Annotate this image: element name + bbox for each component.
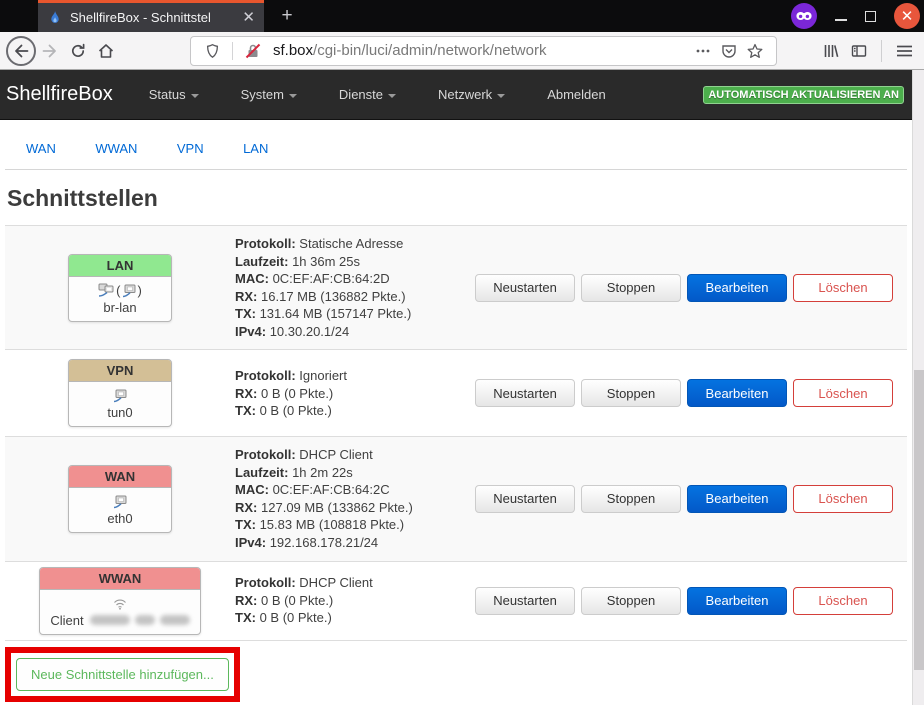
- window-controls: ✕: [791, 3, 920, 29]
- menu-hamburger-icon[interactable]: [890, 37, 918, 65]
- page-title: Schnittstellen: [7, 185, 912, 212]
- delete-button[interactable]: Löschen: [793, 587, 893, 615]
- auto-refresh-badge[interactable]: AUTOMATISCH AKTUALISIEREN AN: [703, 86, 904, 104]
- redacted-ssid: [90, 615, 190, 625]
- stop-button[interactable]: Stoppen: [581, 485, 681, 513]
- ifacebox-lan: LAN ( ) br-lan: [68, 254, 172, 322]
- chevron-down-icon: [191, 94, 199, 98]
- tab-wan[interactable]: WAN: [26, 141, 56, 156]
- forward-icon[interactable]: [36, 37, 64, 65]
- window-titlebar: ShellfireBox - Schnittstel ✕ + ✕: [0, 0, 924, 32]
- url-host: sf.box: [273, 42, 313, 59]
- nav-item-abmelden[interactable]: Abmelden: [547, 87, 606, 102]
- minimize-button[interactable]: [835, 19, 847, 21]
- ethernet-port-icon: [113, 495, 128, 509]
- nav-item-dienste[interactable]: Dienste: [339, 87, 396, 102]
- interface-info-wwan: Protokoll: DHCP Client RX: 0 B (0 Pkte.)…: [235, 574, 475, 627]
- add-interface-button[interactable]: Neue Schnittstelle hinzufügen...: [16, 658, 229, 691]
- interface-info-lan: Protokoll: Statische Adresse Laufzeit: 1…: [235, 235, 475, 340]
- bookmark-star-icon[interactable]: [742, 37, 768, 65]
- chevron-down-icon: [289, 94, 297, 98]
- interface-row-wwan: WWAN Client Protokoll: DH: [5, 561, 907, 641]
- browser-tab[interactable]: ShellfireBox - Schnittstel ✕: [38, 0, 264, 32]
- ifacebox-vpn: VPN tun0: [68, 359, 172, 427]
- scrollbar-thumb[interactable]: [914, 370, 924, 670]
- sidebar-toggle-icon[interactable]: [845, 37, 873, 65]
- delete-button[interactable]: Löschen: [793, 274, 893, 302]
- interface-row-wan: WAN eth0 Protokoll: DHCP Client Laufzeit…: [5, 436, 907, 560]
- restart-button[interactable]: Neustarten: [475, 587, 575, 615]
- browser-toolbar: sf.box/cgi-bin/luci/admin/network/networ…: [0, 32, 924, 70]
- nav-item-system[interactable]: System: [241, 87, 297, 102]
- brand-title: ShellfireBox: [6, 83, 113, 106]
- url-bar[interactable]: sf.box/cgi-bin/luci/admin/network/networ…: [190, 36, 777, 66]
- device-name: tun0: [77, 405, 163, 420]
- interface-table: LAN ( ) br-lan Protokoll:: [5, 225, 907, 641]
- stop-button[interactable]: Stoppen: [581, 274, 681, 302]
- device-name: eth0: [77, 511, 163, 526]
- tab-title: ShellfireBox - Schnittstel: [70, 10, 239, 25]
- tab-lan[interactable]: LAN: [243, 141, 268, 156]
- ifacebox-wan: WAN eth0: [68, 465, 172, 533]
- edit-button[interactable]: Bearbeiten: [687, 587, 787, 615]
- private-browsing-mask-icon: [791, 3, 817, 29]
- nav-item-status[interactable]: Status: [149, 87, 199, 102]
- page-content: ShellfireBox Status System Dienste Netzw…: [0, 70, 912, 705]
- tunnel-port-icon: [113, 389, 128, 403]
- stop-button[interactable]: Stoppen: [581, 379, 681, 407]
- delete-button[interactable]: Löschen: [793, 485, 893, 513]
- tab-close-icon[interactable]: ✕: [239, 10, 258, 25]
- device-name: br-lan: [77, 300, 163, 315]
- interface-row-lan: LAN ( ) br-lan Protokoll:: [5, 225, 907, 349]
- stop-button[interactable]: Stoppen: [581, 587, 681, 615]
- shield-icon[interactable]: [199, 37, 225, 65]
- ifacebox-wwan-title: WWAN: [40, 568, 199, 590]
- edit-button[interactable]: Bearbeiten: [687, 274, 787, 302]
- url-path: /cgi-bin/luci/admin/network/network: [313, 42, 546, 59]
- ifacebox-wan-title: WAN: [69, 466, 171, 488]
- scrollbar[interactable]: [912, 70, 924, 705]
- restart-button[interactable]: Neustarten: [475, 274, 575, 302]
- new-tab-button[interactable]: +: [274, 4, 300, 28]
- edit-button[interactable]: Bearbeiten: [687, 485, 787, 513]
- interface-info-wan: Protokoll: DHCP Client Laufzeit: 1h 2m 2…: [235, 446, 475, 551]
- insecure-lock-icon[interactable]: [240, 37, 266, 65]
- interface-info-vpn: Protokoll: Ignoriert RX: 0 B (0 Pkte.) T…: [235, 367, 475, 420]
- chevron-down-icon: [497, 94, 505, 98]
- url-text: sf.box/cgi-bin/luci/admin/network/networ…: [273, 42, 690, 59]
- back-icon[interactable]: [6, 36, 36, 66]
- bridge-switch-icon: [98, 283, 115, 298]
- shellfire-flame-icon: [47, 10, 63, 26]
- chevron-down-icon: [388, 94, 396, 98]
- tab-vpn[interactable]: VPN: [177, 141, 204, 156]
- ifacebox-vpn-title: VPN: [69, 360, 171, 382]
- interface-row-vpn: VPN tun0 Protokoll: Ignoriert RX: 0 B (0…: [5, 349, 907, 436]
- interface-tabmenu: WAN WWAN VPN LAN: [5, 120, 907, 170]
- pocket-icon[interactable]: [716, 37, 742, 65]
- refresh-icon[interactable]: [64, 37, 92, 65]
- edit-button[interactable]: Bearbeiten: [687, 379, 787, 407]
- ifacebox-wwan: WWAN Client: [39, 567, 200, 635]
- ifacebox-lan-title: LAN: [69, 255, 171, 277]
- delete-button[interactable]: Löschen: [793, 379, 893, 407]
- home-icon[interactable]: [92, 37, 120, 65]
- maximize-button[interactable]: [865, 11, 876, 22]
- tab-wwan[interactable]: WWAN: [95, 141, 137, 156]
- nav-item-netzwerk[interactable]: Netzwerk: [438, 87, 505, 102]
- restart-button[interactable]: Neustarten: [475, 485, 575, 513]
- library-icon[interactable]: [817, 37, 845, 65]
- wifi-signal-icon: [113, 598, 127, 610]
- red-annotation-box: Neue Schnittstelle hinzufügen...: [5, 647, 240, 702]
- close-window-button[interactable]: ✕: [894, 3, 920, 29]
- ethernet-port-icon: [122, 284, 137, 298]
- device-name: Client: [50, 613, 83, 628]
- restart-button[interactable]: Neustarten: [475, 379, 575, 407]
- site-navbar: ShellfireBox Status System Dienste Netzw…: [0, 70, 912, 120]
- page-actions-icon[interactable]: [690, 37, 716, 65]
